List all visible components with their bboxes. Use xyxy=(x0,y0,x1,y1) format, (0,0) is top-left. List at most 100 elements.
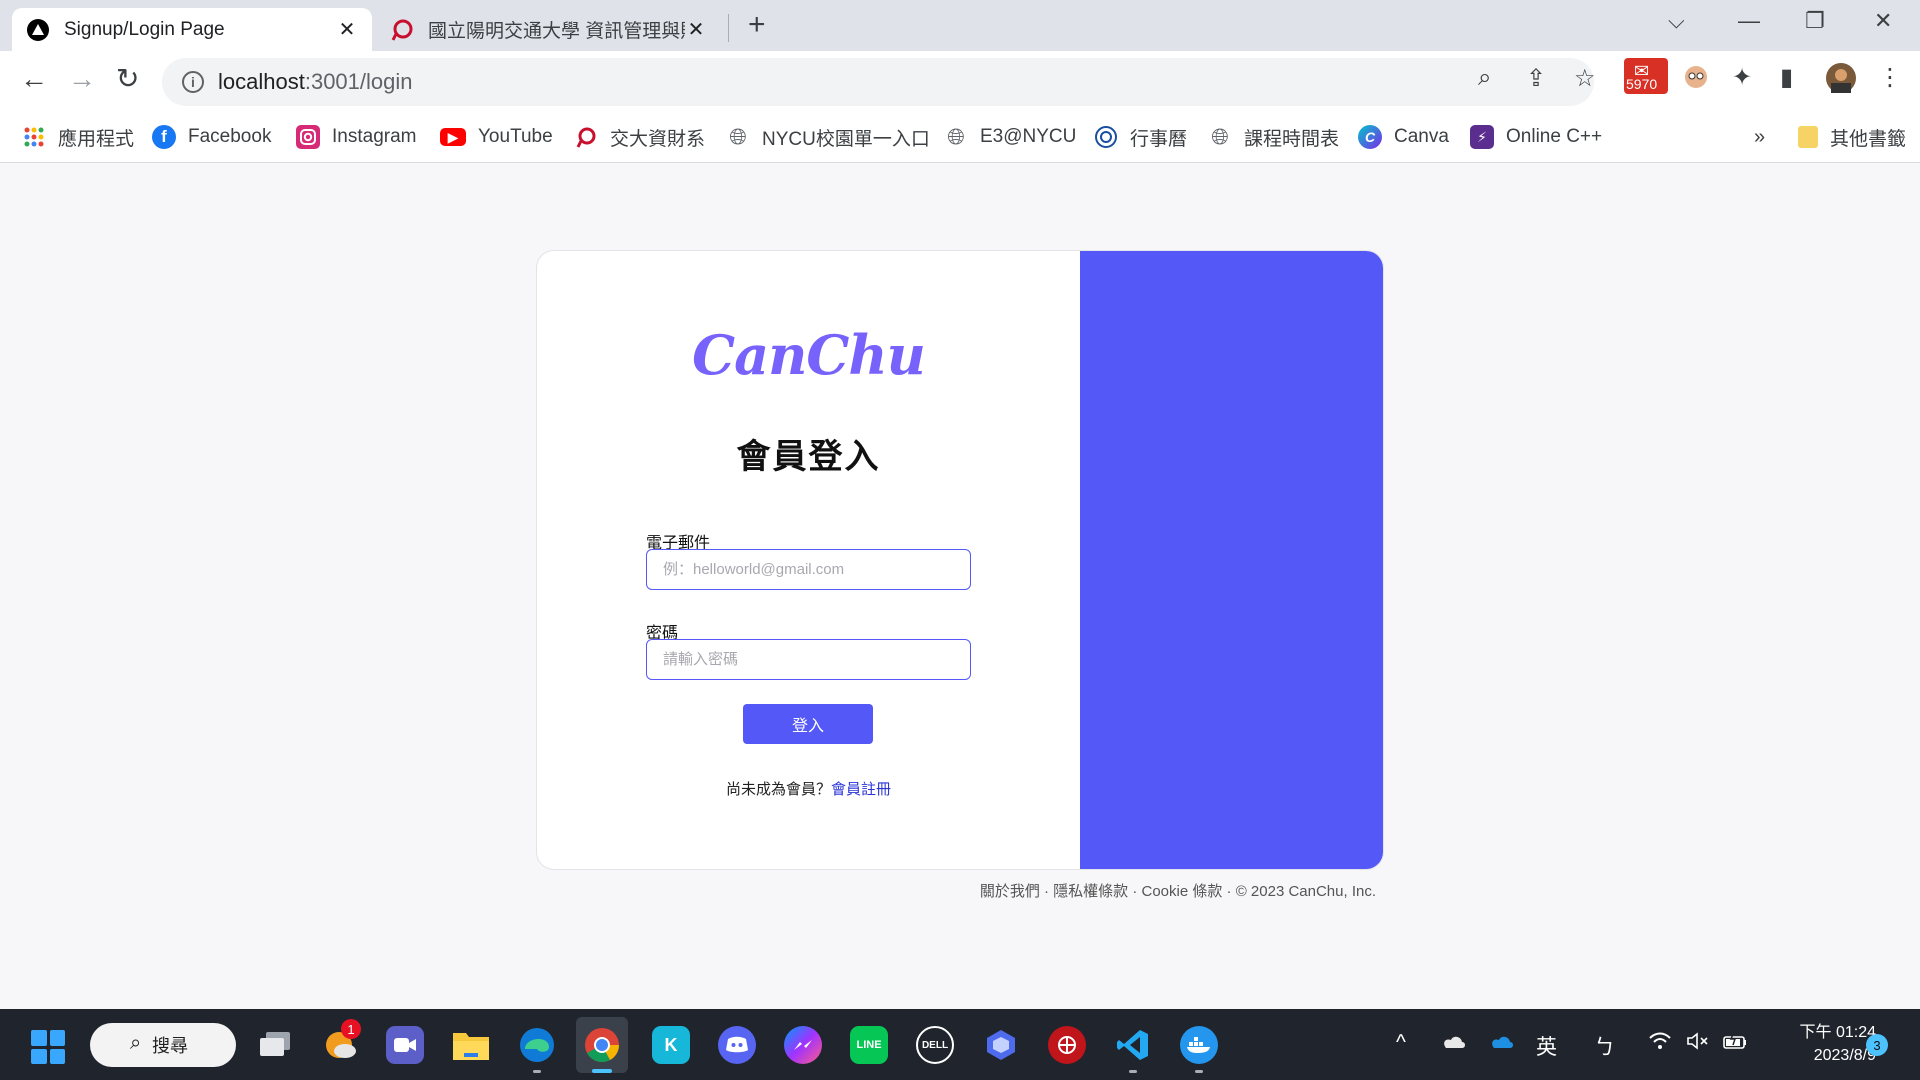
tab-strip: Signup/Login Page ✕ 國立陽明交通大學 資訊管理與財 ✕ + … xyxy=(0,0,1920,51)
bookmark-nycu-portal[interactable]: 🌐︎ NYCU校園單一入口 xyxy=(726,123,930,151)
bookmark-facebook[interactable]: f Facebook xyxy=(152,123,271,151)
back-icon[interactable]: ← xyxy=(20,65,48,93)
bookmark-label: YouTube xyxy=(478,126,553,147)
wifi-icon[interactable] xyxy=(1648,1031,1672,1057)
bookmarks-overflow-icon[interactable]: » xyxy=(1754,123,1765,151)
apps-grid-icon xyxy=(22,125,46,149)
email-field[interactable] xyxy=(646,549,971,590)
bookmark-online-cpp[interactable]: ⚡︎ Online C++ xyxy=(1470,123,1602,151)
bookmark-nycu-dept[interactable]: 交大資財系 xyxy=(574,123,705,151)
tab-close-icon[interactable]: ✕ xyxy=(336,17,358,42)
start-button[interactable] xyxy=(31,1030,65,1064)
bookmark-label: Facebook xyxy=(188,126,272,147)
dell-icon[interactable]: DELL xyxy=(916,1026,954,1064)
globe-icon: 🌐︎ xyxy=(947,124,965,149)
clock-date: 2023/8/9 xyxy=(1813,1047,1876,1064)
browser-menu-icon[interactable]: ⋮ xyxy=(1878,63,1902,92)
bookmark-label: Online C++ xyxy=(1506,126,1603,147)
teams-icon[interactable] xyxy=(386,1026,424,1064)
ime-bopomofo-indicator[interactable]: ㄅ xyxy=(1594,1031,1615,1061)
bookmark-timetable[interactable]: 🌐︎ 課程時間表 xyxy=(1208,123,1339,151)
gmail-checker-extension[interactable]: ✉ 5970 xyxy=(1624,58,1668,94)
tab-separator xyxy=(728,14,729,42)
tab-close-icon[interactable]: ✕ xyxy=(685,17,707,42)
search-label: 搜尋 xyxy=(152,1036,188,1056)
docker-icon[interactable] xyxy=(1180,1026,1218,1064)
bookmark-canva[interactable]: C Canva xyxy=(1358,123,1449,151)
edge-running-indicator xyxy=(533,1070,541,1073)
bookmark-label: Canva xyxy=(1394,126,1449,147)
page-footer: 關於我們 · 隱私權條款 · Cookie 條款 · © 2023 CanChu… xyxy=(979,883,1376,900)
ime-mode-indicator[interactable]: 英 xyxy=(1536,1031,1557,1061)
signup-prompt-text: 尚未成為會員？ xyxy=(725,781,831,798)
extension-face-icon[interactable] xyxy=(1684,65,1708,96)
site-info-icon[interactable]: i xyxy=(182,71,204,93)
file-explorer-icon[interactable] xyxy=(452,1026,490,1064)
search-icon: ⌕ xyxy=(130,1032,142,1054)
reload-icon[interactable]: ↻ xyxy=(116,65,139,93)
restore-icon[interactable]: ❐ xyxy=(1805,8,1825,34)
bookmark-label: E3@NYCU xyxy=(980,126,1077,147)
bookmark-label: 應用程式 xyxy=(58,128,135,150)
signup-prompt: 尚未成為會員？會員註冊 xyxy=(537,778,1080,799)
side-panel-icon[interactable]: ▮ xyxy=(1780,63,1793,92)
close-window-icon[interactable]: ✕ xyxy=(1874,8,1892,34)
folder-icon xyxy=(1798,126,1818,148)
url-path: :3001/login xyxy=(304,69,413,94)
messenger-icon[interactable] xyxy=(784,1026,822,1064)
youtube-icon: ▶ xyxy=(440,128,466,146)
discord-icon[interactable] xyxy=(718,1026,756,1064)
extensions-puzzle-icon[interactable]: ✦ xyxy=(1732,63,1752,92)
battery-charging-icon[interactable] xyxy=(1722,1031,1748,1057)
bookmark-other-folder[interactable]: 其他書籤 xyxy=(1798,123,1906,151)
task-view-icon[interactable] xyxy=(256,1026,294,1064)
new-tab-icon[interactable]: + xyxy=(748,10,766,40)
copilot-icon[interactable] xyxy=(982,1026,1020,1064)
bookmark-label: 行事曆 xyxy=(1130,128,1188,150)
zoom-icon[interactable]: ⌕ xyxy=(1478,64,1491,92)
bookmark-instagram[interactable]: Instagram xyxy=(296,123,416,151)
bookmarks-bar: 應用程式 f Facebook Instagram ▶ YouTube 交大資財… xyxy=(0,113,1920,163)
instagram-icon xyxy=(296,125,320,149)
chrome-active-indicator xyxy=(592,1069,612,1073)
clock-time: 下午 01:24 xyxy=(1799,1024,1877,1041)
vscode-icon[interactable] xyxy=(1114,1026,1152,1064)
globe-icon: 🌐︎ xyxy=(1211,124,1229,149)
volume-muted-icon[interactable] xyxy=(1686,1031,1710,1057)
onedrive-personal-icon[interactable] xyxy=(1440,1031,1466,1055)
tab-nycu[interactable]: 國立陽明交通大學 資訊管理與財 ✕ xyxy=(376,8,721,51)
security-app-icon[interactable] xyxy=(1048,1026,1086,1064)
tab-signup-login[interactable]: Signup/Login Page ✕ xyxy=(12,8,372,51)
nycu-seal-icon xyxy=(1094,125,1118,149)
profile-avatar[interactable] xyxy=(1826,63,1856,100)
forward-icon[interactable]: → xyxy=(68,65,96,93)
kkbox-icon[interactable]: K xyxy=(652,1026,690,1064)
tray-overflow-icon[interactable]: ^ xyxy=(1396,1031,1406,1055)
taskbar-search[interactable]: ⌕ 搜尋 xyxy=(90,1023,236,1067)
address-bar[interactable]: i localhost:3001/login xyxy=(162,58,1594,106)
bookmark-calendar[interactable]: 行事曆 xyxy=(1094,123,1187,151)
edge-icon[interactable] xyxy=(518,1026,556,1064)
bookmark-star-icon[interactable]: ☆ xyxy=(1574,64,1596,93)
canva-icon: C xyxy=(1358,125,1382,149)
minimize-icon[interactable]: — xyxy=(1738,8,1760,34)
page-content: CanChu 會員登入 電子郵件 密碼 登入 尚未成為會員？會員註冊 關於我們 … xyxy=(0,164,1920,1009)
bookmark-youtube[interactable]: ▶ YouTube xyxy=(440,123,553,151)
login-button[interactable]: 登入 xyxy=(743,704,873,744)
chrome-icon[interactable] xyxy=(576,1017,628,1073)
docker-running-indicator xyxy=(1195,1070,1203,1073)
bookmark-e3[interactable]: 🌐︎ E3@NYCU xyxy=(944,123,1076,151)
password-field[interactable] xyxy=(646,639,971,680)
system-clock[interactable]: 下午 01:24 2023/8/9 xyxy=(1768,1021,1877,1067)
tab-search-icon[interactable]: ⌵ xyxy=(1668,8,1685,34)
browser-toolbar: ← → ↻ i localhost:3001/login ⌕ ⇪ ☆ ✉ 597… xyxy=(0,51,1920,113)
signup-link[interactable]: 會員註冊 xyxy=(831,781,891,798)
share-icon[interactable]: ⇪ xyxy=(1526,64,1546,93)
bookmark-label: 交大資財系 xyxy=(610,128,706,150)
notification-badge[interactable]: 3 xyxy=(1866,1034,1888,1056)
globe-icon: 🌐︎ xyxy=(729,124,747,149)
line-icon[interactable]: LINE xyxy=(850,1026,888,1064)
bookmark-apps[interactable]: 應用程式 xyxy=(22,123,134,151)
bookmark-label: NYCU校園單一入口 xyxy=(762,128,930,150)
onedrive-icon[interactable] xyxy=(1488,1031,1514,1055)
